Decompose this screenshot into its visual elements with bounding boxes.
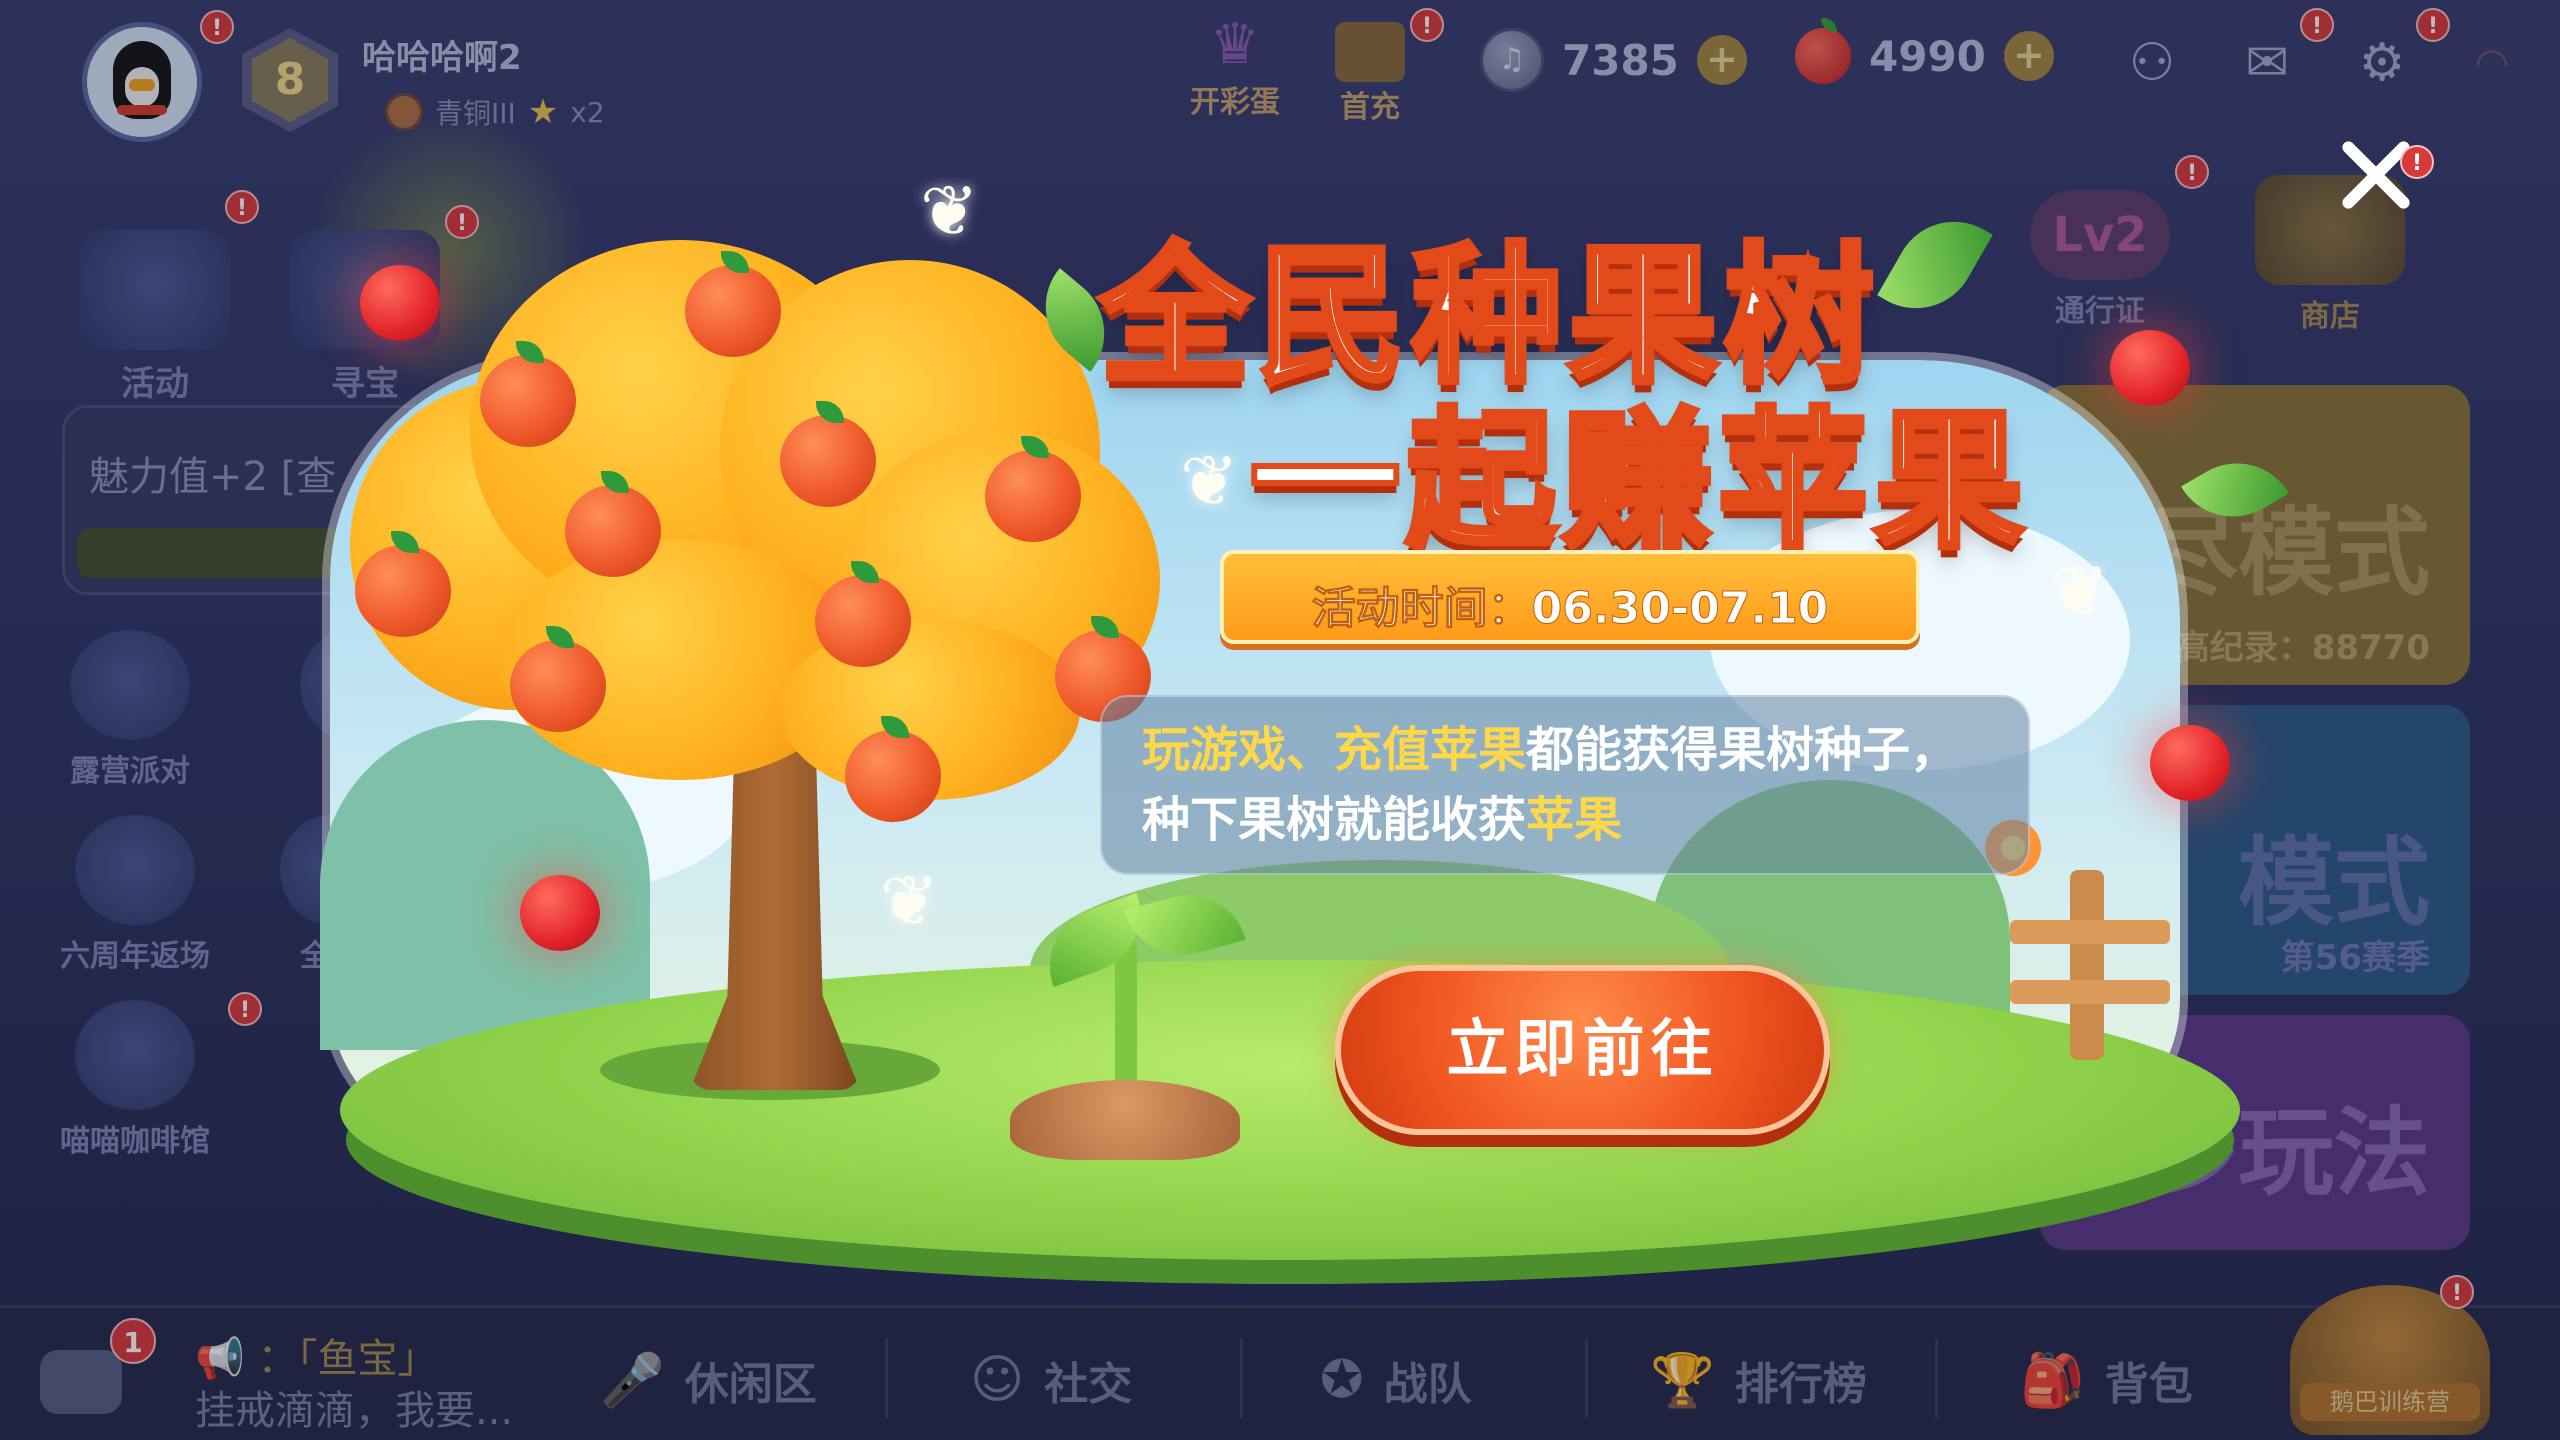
soil-mound — [1010, 1080, 1240, 1160]
desc-highlight-1: 玩游戏、充值苹果 — [1142, 722, 1527, 778]
orange-fruit — [845, 716, 941, 822]
background-hill — [320, 720, 650, 1050]
event-title-line2: 一起赚苹果 — [1247, 392, 2031, 572]
event-title: 全民种果树 一起赚苹果 — [1090, 195, 2050, 572]
event-description: 玩游戏、充值苹果都能获得果树种子， 种下果树就能收获苹果 — [1100, 695, 2030, 875]
orange-fruit — [480, 341, 576, 447]
orange-fruit — [685, 251, 781, 357]
desc-text-1: 都能获得果树种子， — [1526, 722, 1959, 778]
desc-highlight-2: 苹果 — [1526, 792, 1623, 848]
butterfly-icon: ❦ — [880, 860, 939, 942]
fruit-tree-event-popup: ❦ ❦ ❦ ❦ 全民种果树 一起赚苹果 活动时间：06.30-07.10 玩游戏… — [0, 0, 2560, 1440]
grass-ground — [340, 960, 2240, 1260]
leaf-decoration — [2181, 441, 2289, 539]
orange-fruit — [815, 561, 911, 667]
close-alert-badge: ! — [2400, 145, 2434, 179]
orange-fruit — [780, 401, 876, 507]
red-apple-decoration — [2150, 725, 2230, 801]
red-apple-decoration — [360, 265, 440, 341]
desc-text-2: 种下果树就能收获 — [1142, 792, 1527, 848]
orange-fruit — [565, 471, 661, 577]
event-time-text: 活动时间：06.30-07.10 — [1311, 583, 1829, 635]
go-now-button[interactable]: 立即前往 — [1335, 965, 1830, 1135]
butterfly-icon: ❦ — [920, 170, 979, 252]
red-apple-decoration — [520, 875, 600, 951]
event-time-ribbon: 活动时间：06.30-07.10 — [1220, 550, 1920, 644]
butterfly-icon: ❦ — [2050, 550, 2109, 632]
seedling-stem — [1115, 940, 1137, 1090]
orange-fruit — [985, 436, 1081, 542]
orange-fruit — [510, 626, 606, 732]
red-apple-decoration — [2110, 330, 2190, 406]
orange-fruit — [355, 531, 451, 637]
wooden-fence — [2010, 870, 2170, 1060]
